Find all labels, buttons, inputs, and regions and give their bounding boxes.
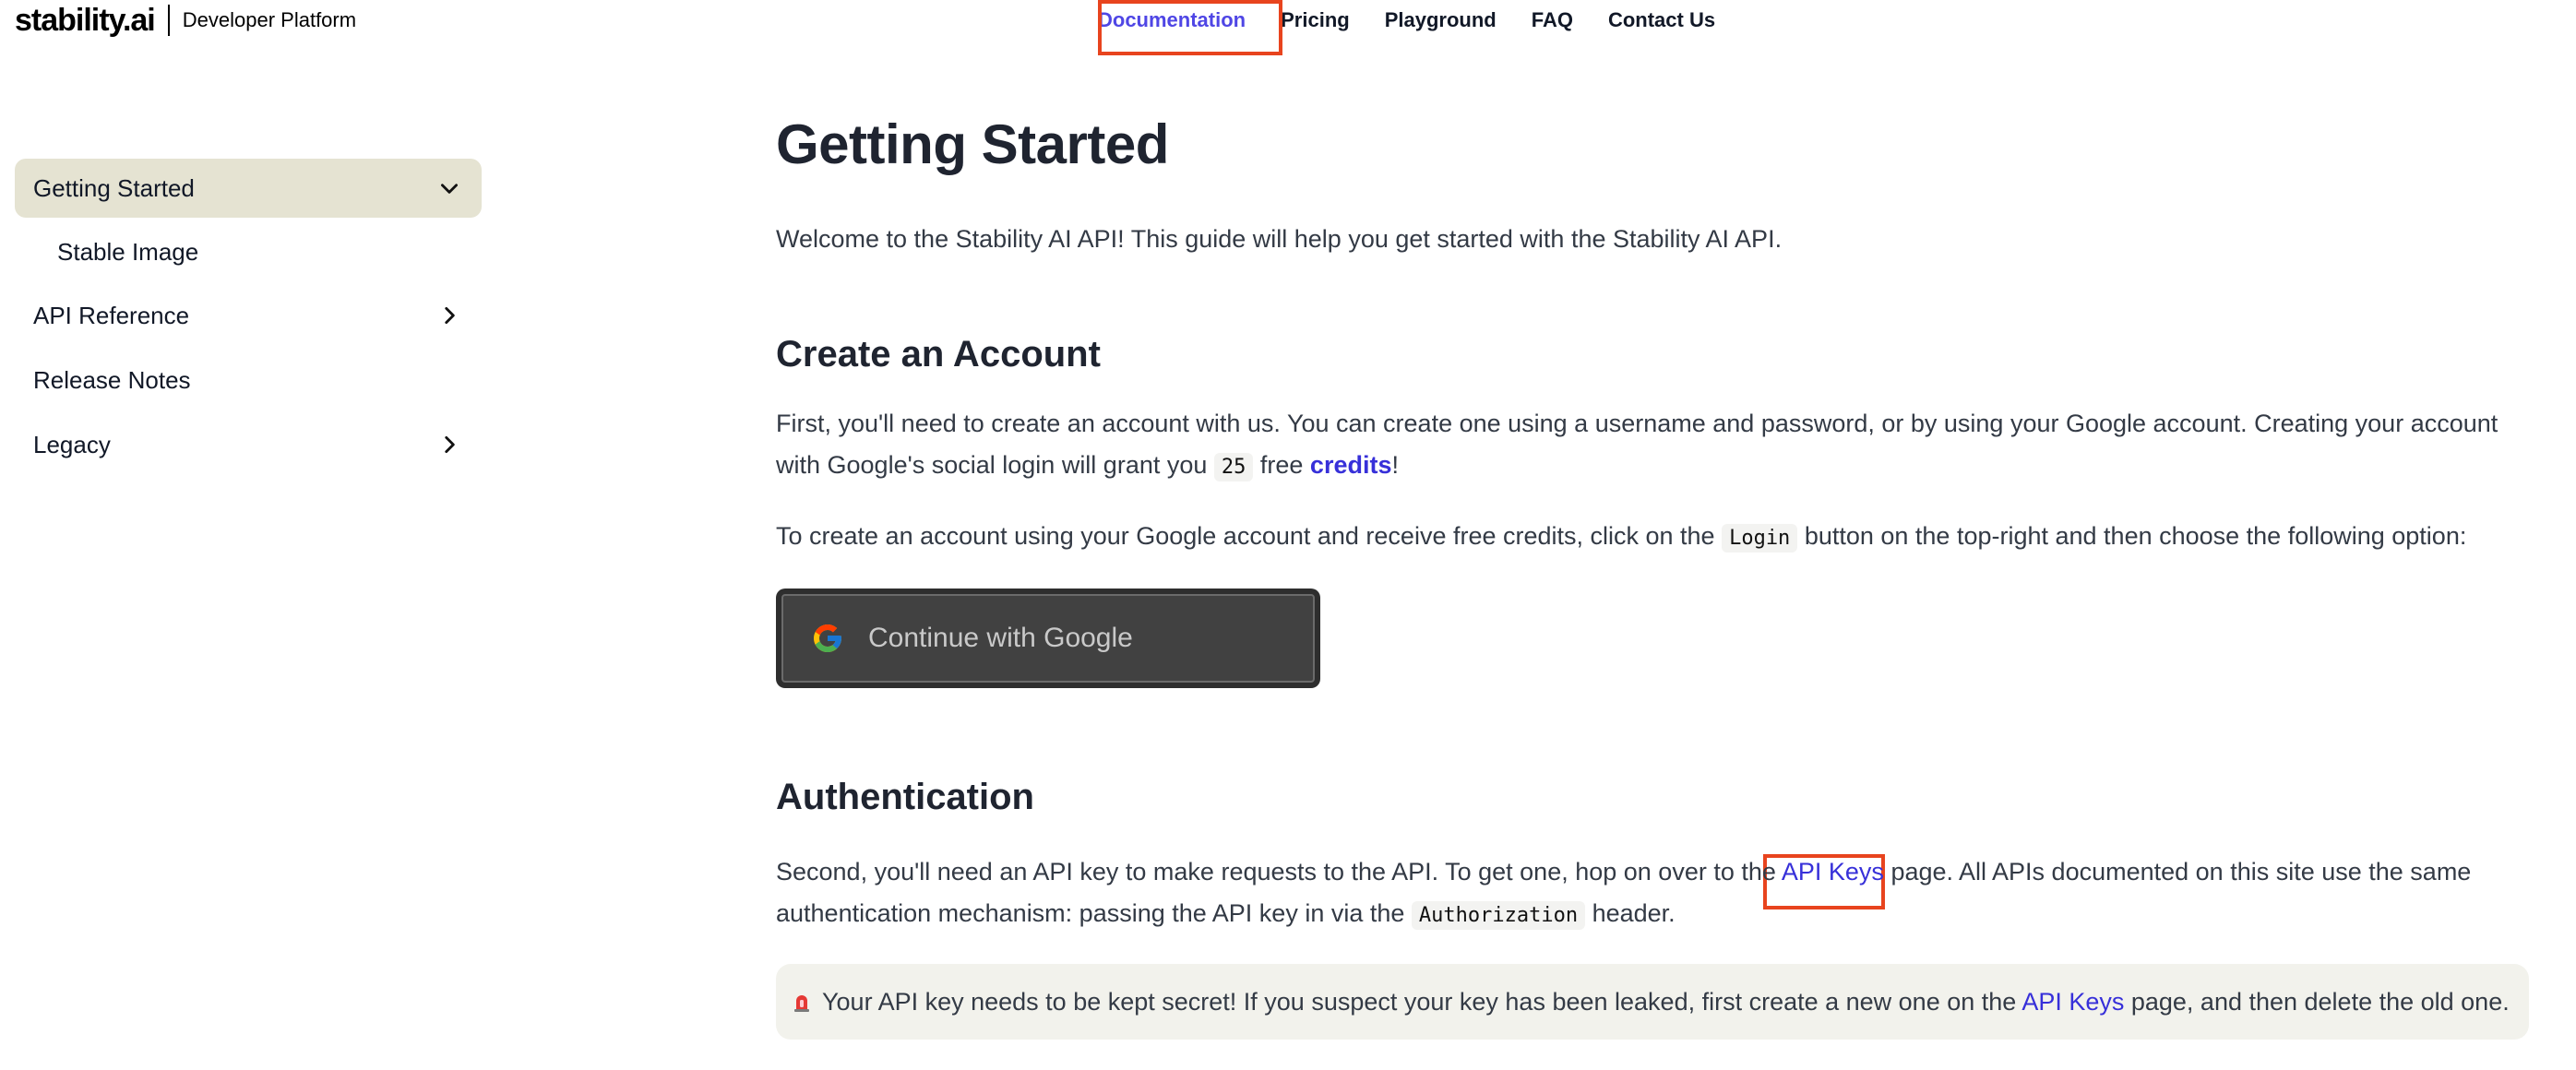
sidebar-item-label: Getting Started xyxy=(33,173,195,202)
logo[interactable]: stability.ai Developer Platform xyxy=(15,0,356,41)
google-button-label: Continue with Google xyxy=(868,623,1133,653)
top-header: stability.ai Developer Platform Document… xyxy=(0,0,2576,55)
sidebar-item-label: Legacy xyxy=(33,430,111,458)
nav-playground[interactable]: Playground xyxy=(1385,8,1497,32)
credits-link[interactable]: credits xyxy=(1310,451,1392,479)
text-segment: First, you'll need to create an account … xyxy=(776,410,2498,479)
secret-key-callout: Your API key needs to be kept secret! If… xyxy=(776,964,2529,1040)
text-segment: Second, you'll need an API key to make r… xyxy=(776,858,1782,886)
page-title: Getting Started xyxy=(776,113,1169,175)
sidebar-item-api-reference[interactable]: API Reference xyxy=(15,286,482,345)
callout-api-keys-link[interactable]: API Keys xyxy=(2021,988,2124,1016)
text-segment: To create an account using your Google a… xyxy=(776,522,1723,550)
sidebar-item-label: API Reference xyxy=(33,301,190,329)
intro-paragraph: Welcome to the Stability AI API! This gu… xyxy=(776,225,1783,253)
login-code: Login xyxy=(1722,524,1798,553)
sidebar-item-label: Stable Image xyxy=(57,237,199,266)
text-segment: ! xyxy=(1391,451,1399,479)
platform-label: Developer Platform xyxy=(182,8,357,31)
nav-pricing[interactable]: Pricing xyxy=(1281,8,1350,32)
google-icon xyxy=(814,624,841,652)
create-account-paragraph: First, you'll need to create an account … xyxy=(776,403,2547,488)
sidebar-item-stable-image[interactable]: Stable Image xyxy=(15,223,482,280)
credits-amount-code: 25 xyxy=(1213,453,1254,482)
logo-text: stability.ai xyxy=(15,2,156,38)
google-button-inner: Continue with Google xyxy=(781,594,1315,683)
nav-contact-us[interactable]: Contact Us xyxy=(1608,8,1715,32)
chevron-right-icon xyxy=(445,436,455,453)
text-segment: free xyxy=(1253,451,1310,479)
text-segment: page, and then delete the old one. xyxy=(2124,987,2510,1016)
authorization-code: Authorization xyxy=(1411,901,1586,930)
authentication-paragraph: Second, you'll need an API key to make r… xyxy=(776,851,2547,936)
text-segment: button on the top-right and then choose … xyxy=(1797,522,2467,550)
chevron-down-icon xyxy=(441,184,458,194)
sidebar-item-release-notes[interactable]: Release Notes xyxy=(15,351,482,410)
login-instructions-paragraph: To create an account using your Google a… xyxy=(776,516,2547,559)
top-nav: Documentation Pricing Playground FAQ Con… xyxy=(1098,0,1750,41)
main-content: Getting Started Welcome to the Stability… xyxy=(776,92,2547,1040)
logo-divider xyxy=(167,5,170,36)
sidebar-item-label: Release Notes xyxy=(33,365,191,394)
sidebar-item-getting-started[interactable]: Getting Started xyxy=(15,159,482,218)
text-segment: Your API key needs to be kept secret! If… xyxy=(822,987,2022,1016)
nav-documentation[interactable]: Documentation xyxy=(1098,8,1246,32)
siren-icon xyxy=(794,995,809,1012)
authentication-heading: Authentication xyxy=(776,777,1034,817)
sidebar: Getting Started Stable Image API Referen… xyxy=(15,159,482,480)
continue-with-google-button[interactable]: Continue with Google xyxy=(776,588,1320,688)
api-keys-link[interactable]: API Keys xyxy=(1782,858,1884,886)
nav-faq[interactable]: FAQ xyxy=(1532,8,1573,32)
sidebar-item-legacy[interactable]: Legacy xyxy=(15,415,482,474)
callout-text: Your API key needs to be kept secret! If… xyxy=(822,988,2510,1016)
create-account-heading: Create an Account xyxy=(776,334,1101,374)
text-segment: header. xyxy=(1585,899,1676,927)
chevron-right-icon xyxy=(445,307,455,324)
